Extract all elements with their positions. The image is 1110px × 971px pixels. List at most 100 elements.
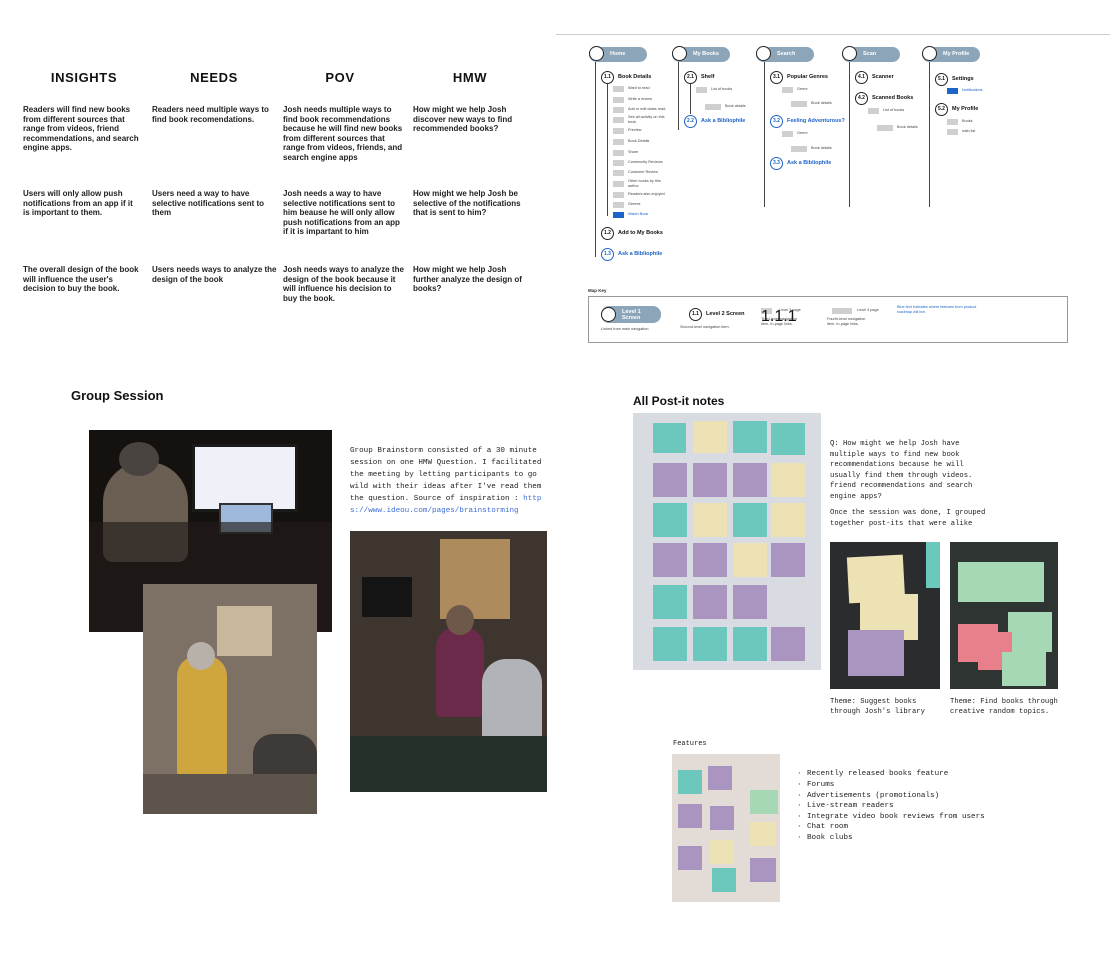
label-scanned-books: Scanned Books bbox=[872, 95, 914, 101]
label-ask-bibliophile-1: Ask a Bibliophile bbox=[618, 251, 663, 257]
map-key-title: Map Key bbox=[588, 288, 607, 293]
label-preview: Preview bbox=[628, 128, 642, 132]
node-5-1: 5.1 bbox=[935, 73, 948, 86]
mk-level2-label: Level 2 Screen bbox=[706, 311, 745, 317]
mk-level3-desc: Third-level navigation item. In-page lin… bbox=[761, 317, 798, 326]
mk-level1-desc: Linked from main navigation bbox=[601, 327, 649, 331]
label-want-to-read: Want to read bbox=[628, 86, 650, 90]
box-1-1-5 bbox=[613, 128, 624, 134]
sticky-note bbox=[693, 463, 727, 497]
sticky-note bbox=[693, 503, 727, 537]
tab-scan-num: 4 bbox=[842, 46, 857, 61]
divider bbox=[556, 34, 1110, 35]
features-label: Features bbox=[673, 740, 707, 748]
label-notifications: Notifications bbox=[962, 88, 983, 92]
sticky-note bbox=[771, 463, 805, 497]
person-head-2 bbox=[446, 605, 474, 635]
label-book-details-4: Book details bbox=[897, 125, 918, 129]
feature-text: Live-stream readers bbox=[807, 802, 894, 810]
label-settings: Settings bbox=[952, 76, 974, 82]
hmw-3: How might we help Josh further analyze t… bbox=[413, 265, 522, 293]
sticky-note bbox=[653, 463, 687, 497]
box-3-1-1-1 bbox=[791, 101, 807, 107]
node-3-2: 3.2 bbox=[770, 115, 783, 128]
feature-text: Recently released books feature bbox=[807, 770, 949, 778]
label-book-details-3: Book Details bbox=[628, 139, 650, 143]
mk-level4-box bbox=[832, 308, 852, 314]
node-4-2: 4.2 bbox=[855, 92, 868, 105]
tv bbox=[362, 577, 412, 617]
sticky-note bbox=[710, 840, 734, 864]
group-description: Group Brainstorm consisted of a 30 minut… bbox=[350, 445, 545, 517]
tab-scan-label: Scan bbox=[863, 51, 877, 57]
feature-item: · Recently released books feature bbox=[797, 770, 949, 778]
feature-text: Book clubs bbox=[807, 834, 853, 842]
mk-level3-box: 1.1.1 bbox=[761, 308, 797, 325]
label-feeling-adventurous: Feeling Adventurous? bbox=[787, 118, 845, 124]
header-hmw: HMW bbox=[452, 70, 488, 85]
insight-3: The overall design of the book will infl… bbox=[23, 265, 139, 293]
sticky-note bbox=[733, 421, 767, 453]
tab-home-label: Home bbox=[610, 51, 626, 57]
sticky-note bbox=[750, 790, 778, 814]
label-other-books: Other books by this author bbox=[628, 179, 661, 188]
box-5-2-2 bbox=[947, 129, 958, 135]
label-wish-list: wish list bbox=[962, 129, 976, 133]
box-1-1-8 bbox=[613, 160, 624, 166]
label-book-details-3-1: Book details bbox=[811, 101, 832, 105]
header-needs: NEEDS bbox=[190, 70, 238, 85]
node-1-3: 1.3 bbox=[601, 248, 614, 261]
sticky-note bbox=[1000, 562, 1044, 602]
label-add-my-books: Add to My Books bbox=[618, 230, 663, 236]
sticky-note bbox=[678, 846, 702, 870]
node-4-1: 4.1 bbox=[855, 71, 868, 84]
box-1-1-3 bbox=[613, 107, 624, 113]
header-pov: POV bbox=[325, 70, 355, 85]
node-3-1: 3.1 bbox=[770, 71, 783, 84]
label-list-books-2: List of books bbox=[711, 87, 733, 91]
box-1-1-11 bbox=[613, 192, 624, 198]
postits-title: All Post-it notes bbox=[633, 394, 725, 408]
trunk-profile bbox=[929, 62, 930, 207]
mk-level2-desc: Second-level navigation item. bbox=[680, 325, 730, 329]
box-1-1-10 bbox=[613, 181, 624, 187]
insight-2: Users will only allow push notifications… bbox=[23, 189, 133, 217]
node-2-1: 2.1 bbox=[684, 71, 697, 84]
theme2-caption: Theme: Find books through creative rando… bbox=[950, 698, 1058, 716]
label-book-details-2: Book details bbox=[725, 104, 746, 108]
pov-3: Josh needs ways to analyze the design of… bbox=[283, 265, 404, 303]
home-l3-trunk bbox=[607, 84, 608, 216]
feature-item: · Live-stream readers bbox=[797, 802, 894, 810]
feature-text: Forums bbox=[807, 781, 835, 789]
feature-text: Integrate video book reviews from users bbox=[807, 813, 985, 821]
node-1-2: 1.2 bbox=[601, 227, 614, 240]
box-1-1-12 bbox=[613, 202, 624, 208]
theme1-caption: Theme: Suggest books through Josh's libr… bbox=[830, 698, 925, 716]
tab-search-num: 3 bbox=[756, 46, 771, 61]
sticky-note bbox=[733, 585, 767, 619]
sticky-note bbox=[750, 822, 776, 846]
need-3: Users needs ways to analyze the design o… bbox=[152, 265, 277, 284]
box-5-2-1 bbox=[947, 119, 958, 125]
label-genre-2: Genre bbox=[797, 131, 808, 135]
tab-scan: 4 Scan bbox=[842, 46, 900, 62]
mk-level1-num: 1 bbox=[601, 307, 616, 322]
tab-search: 3 Search bbox=[756, 46, 814, 62]
label-ask-bibliophile-2: Ask a Bibliophile bbox=[701, 118, 746, 124]
trunk-home bbox=[595, 62, 596, 257]
box-1-1-13 bbox=[613, 212, 624, 218]
label-popular-genres: Popular Genres bbox=[787, 74, 828, 80]
need-2: Users need a way to have selective notif… bbox=[152, 189, 265, 217]
sticky-note bbox=[710, 806, 734, 830]
sticky-note bbox=[771, 503, 805, 537]
tab-profile-num: 5 bbox=[922, 46, 937, 61]
mk-level3-label: Level 3 page bbox=[779, 308, 801, 312]
insight-1: Readers will find new books from differe… bbox=[23, 105, 139, 152]
box-1-1-6 bbox=[613, 139, 624, 145]
box-4-2-1-1 bbox=[877, 125, 893, 131]
photo-features bbox=[672, 754, 780, 902]
trunk-mybooks bbox=[678, 62, 679, 130]
sticky-note bbox=[653, 585, 687, 619]
tab-profile: 5 My Profile bbox=[922, 46, 980, 62]
group-desc-text: Group Brainstorm consisted of a 30 minut… bbox=[350, 447, 542, 503]
